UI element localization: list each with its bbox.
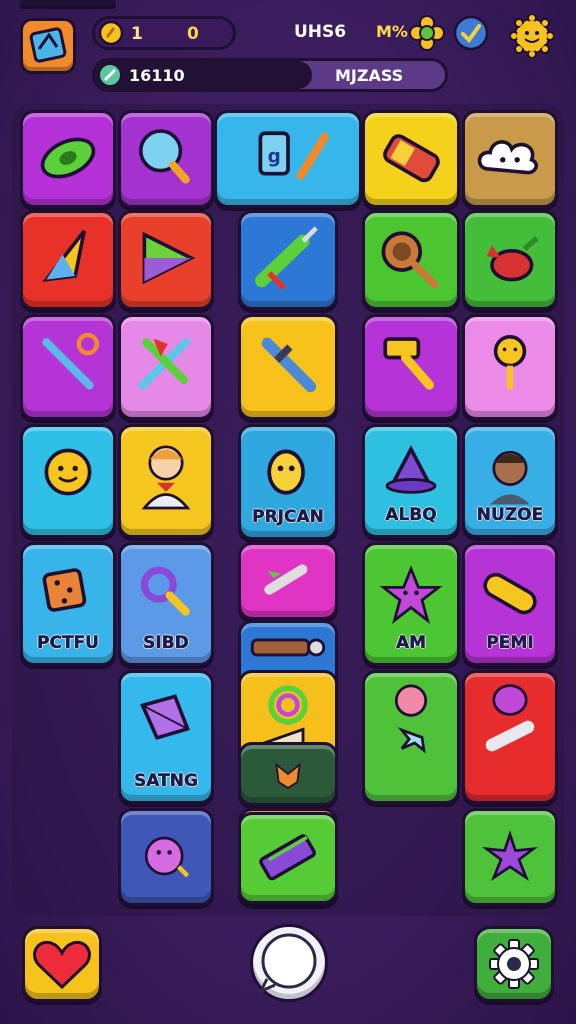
rocket-icon (264, 564, 308, 595)
chat-button[interactable] (250, 924, 328, 1002)
tile-wizard-hat[interactable]: ALBQ (362, 424, 460, 538)
tile-syringe[interactable] (238, 210, 338, 310)
tile-fox-face[interactable] (238, 742, 338, 806)
smiley-key-icon (493, 335, 527, 389)
map-icon (29, 27, 67, 63)
fluffy-face-icon (144, 836, 190, 878)
flower-icon (409, 15, 445, 51)
heart-button[interactable] (22, 926, 102, 1002)
coin-icon (98, 20, 124, 46)
shield-badge[interactable] (452, 14, 490, 52)
tile-sword[interactable] (238, 314, 338, 420)
hammer-icon (383, 337, 434, 390)
flower-badge[interactable] (408, 14, 446, 52)
tile-dice[interactable]: PCTFU (20, 542, 116, 666)
tile-label: NUZOE (476, 505, 544, 526)
tile-play-triangle[interactable] (118, 210, 214, 310)
notebook-pencil-icon: g (258, 131, 329, 180)
settings-sun-button[interactable] (509, 13, 555, 59)
play-triangle-icon (142, 231, 196, 285)
tile-striped-bar[interactable] (238, 812, 338, 904)
tile-wrench[interactable] (20, 314, 116, 420)
tile-sun-face[interactable] (20, 424, 116, 538)
battery-icon (383, 134, 440, 183)
tile-smiley-key[interactable] (462, 314, 558, 420)
progress-bar: 16110 MJZASS (92, 58, 448, 92)
tile-banana-face[interactable]: PRJCAN (238, 424, 338, 540)
tile-pill[interactable] (20, 0, 116, 6)
leaf-icon (98, 63, 122, 87)
tile-rocket[interactable] (238, 542, 338, 620)
tile-label: AM (395, 633, 427, 654)
chat-bubble-icon (257, 933, 317, 994)
map-button[interactable] (20, 18, 76, 74)
game-screen: 1 0 UHS6 M% 16110 MJZASS g PRJCAN ALBQ NUZO… (0, 0, 576, 1024)
tile-boy-avatar[interactable] (118, 424, 214, 538)
tile-label: PRJCAN (252, 507, 324, 528)
tile-bird[interactable] (462, 210, 558, 310)
tile-crossed-tools[interactable] (118, 314, 214, 420)
progress-fill (95, 61, 312, 89)
tile-blob-bottle[interactable] (462, 670, 558, 804)
sword-icon (261, 337, 317, 393)
smiley-gear-icon (509, 13, 555, 59)
tile-label: PCTFU (37, 633, 99, 654)
disc-icon (40, 137, 96, 179)
heart-icon (33, 940, 91, 990)
cloud-face-icon (477, 140, 538, 175)
tile-hammer[interactable] (362, 314, 460, 420)
bar-title: MJZASS (335, 66, 404, 85)
tile-kid-avatar[interactable]: NUZOE (462, 424, 558, 538)
tile-virus-star[interactable] (362, 670, 460, 804)
crossed-tools-icon (138, 338, 190, 390)
tile-frying-pan[interactable] (362, 210, 460, 310)
tile-magnifier[interactable] (118, 110, 214, 208)
fox-face-icon (275, 762, 301, 789)
tile-key-loop[interactable]: SIBD (118, 542, 214, 666)
tile-fluffy-face[interactable] (118, 808, 214, 906)
tile-label: PEMI (486, 633, 534, 654)
gear-icon (489, 939, 539, 989)
tile-label: ALBQ (385, 505, 437, 526)
blob-bottle-icon (485, 684, 535, 752)
check-shield-icon (453, 15, 489, 51)
syringe-icon (255, 226, 318, 291)
tile-label: SIBD (143, 633, 189, 654)
wrench-icon (42, 332, 100, 390)
sun-face-icon (44, 448, 92, 496)
tile-arrow-cursor[interactable] (20, 210, 116, 310)
boy-avatar-icon (141, 445, 191, 510)
coin-count: 1 (131, 24, 143, 44)
tile-kite[interactable]: SATNG (118, 670, 214, 804)
tile-label: SATNG (134, 771, 198, 792)
settings-button[interactable] (474, 926, 554, 1002)
striped-bar-icon (259, 834, 316, 881)
tile-capsule[interactable]: PEMI (462, 542, 558, 666)
svg-text:g: g (268, 147, 281, 168)
tile-battery[interactable] (362, 110, 460, 208)
multiplier-label: M% (376, 22, 408, 41)
magnifier-icon (139, 129, 190, 184)
tile-cloud-face[interactable] (462, 110, 558, 208)
tile-disc[interactable] (20, 110, 116, 208)
level-label: UHS6 (294, 22, 347, 42)
virus-star-icon (394, 684, 428, 754)
bird-icon (486, 236, 539, 282)
coin-bar: 1 0 (92, 16, 236, 50)
progress-value: 16110 (129, 66, 185, 85)
starfish-icon (481, 830, 539, 882)
frying-pan-icon (381, 231, 439, 289)
tile-notebook-pencil[interactable]: g (214, 110, 362, 208)
arrow-cursor-icon (42, 229, 86, 282)
tile-starfish[interactable] (462, 808, 558, 906)
tile-star-face[interactable]: AM (362, 542, 460, 666)
coin-count-secondary: 0 (187, 24, 199, 44)
